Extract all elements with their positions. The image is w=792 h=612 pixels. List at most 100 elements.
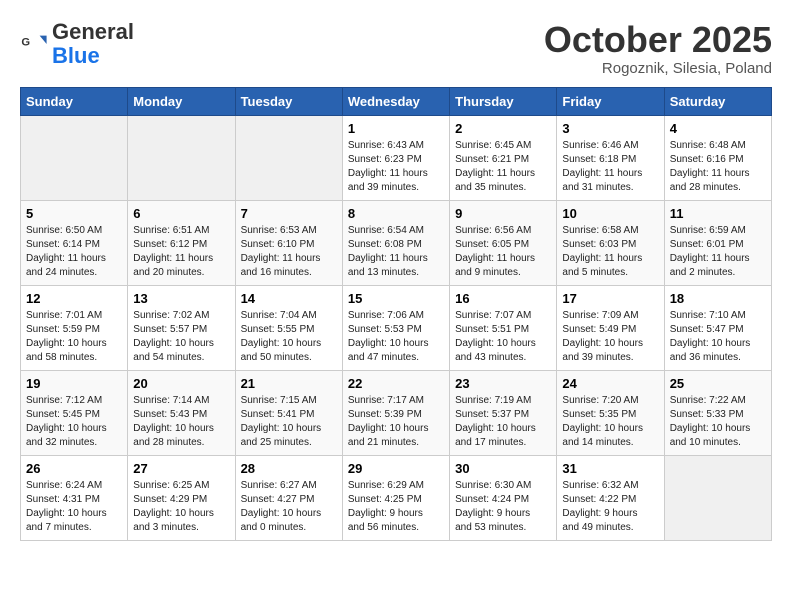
calendar-cell: 2Sunrise: 6:45 AM Sunset: 6:21 PM Daylig…	[450, 115, 557, 200]
day-info: Sunrise: 6:59 AM Sunset: 6:01 PM Dayligh…	[670, 224, 766, 280]
calendar-cell: 16 Sunrise: 7:07 AM Sunset: 5:51 PM Dayli…	[450, 285, 557, 370]
calendar-cell: 5Sunrise: 6:50 AM Sunset: 6:14 PM Daylig…	[21, 200, 128, 285]
calendar-cell: 14 Sunrise: 7:04 AM Sunset: 5:55 PM Dayli…	[235, 285, 342, 370]
calendar-cell: 20Sunrise: 7:14 AM Sunset: 5:43 PM Dayli…	[128, 370, 235, 455]
day-info: Sunrise: 7:20 AM Sunset: 5:35 PM Dayligh…	[562, 394, 658, 450]
calendar-week-row: 26Sunrise: 6:24 AM Sunset: 4:31 PM Dayli…	[21, 455, 772, 540]
calendar-cell: 24Sunrise: 7:20 AM Sunset: 5:35 PM Dayli…	[557, 370, 664, 455]
calendar-cell: 10 Sunrise: 6:58 AM Sunset: 6:03 PM Dayli…	[557, 200, 664, 285]
calendar-cell: 6Sunrise: 6:51 AM Sunset: 6:12 PM Daylig…	[128, 200, 235, 285]
calendar-cell: 18Sunrise: 7:10 AM Sunset: 5:47 PM Dayli…	[664, 285, 771, 370]
day-number: 2	[455, 121, 551, 136]
calendar-cell: 13 Sunrise: 7:02 AM Sunset: 5:57 PM Dayli…	[128, 285, 235, 370]
calendar-cell	[128, 115, 235, 200]
day-info: Sunrise: 6:29 AM Sunset: 4:25 PM Dayligh…	[348, 479, 444, 535]
day-number: 22	[348, 376, 444, 391]
calendar-cell: 19Sunrise: 7:12 AM Sunset: 5:45 PM Dayli…	[21, 370, 128, 455]
day-number: 10	[562, 206, 658, 221]
day-number: 12	[26, 291, 122, 306]
logo-general: General	[52, 19, 134, 44]
calendar-cell	[235, 115, 342, 200]
day-number: 13	[133, 291, 229, 306]
calendar-cell	[21, 115, 128, 200]
calendar-week-row: 12Sunrise: 7:01 AM Sunset: 5:59 PM Dayli…	[21, 285, 772, 370]
calendar-cell: 12Sunrise: 7:01 AM Sunset: 5:59 PM Dayli…	[21, 285, 128, 370]
day-info: Sunrise: 7:06 AM Sunset: 5:53 PM Dayligh…	[348, 309, 444, 365]
weekday-header-sunday: Sunday	[21, 87, 128, 115]
day-number: 17	[562, 291, 658, 306]
weekday-header-saturday: Saturday	[664, 87, 771, 115]
day-info: Sunrise: 7:14 AM Sunset: 5:43 PM Dayligh…	[133, 394, 229, 450]
day-number: 27	[133, 461, 229, 476]
calendar-cell: 7Sunrise: 6:53 AM Sunset: 6:10 PM Daylig…	[235, 200, 342, 285]
day-number: 19	[26, 376, 122, 391]
day-info: Sunrise: 6:50 AM Sunset: 6:14 PM Dayligh…	[26, 224, 122, 280]
day-number: 30	[455, 461, 551, 476]
weekday-header-tuesday: Tuesday	[235, 87, 342, 115]
calendar-cell: 25 Sunrise: 7:22 AM Sunset: 5:33 PM Dayli…	[664, 370, 771, 455]
logo-blue: Blue	[52, 43, 100, 68]
calendar-cell: 15 Sunrise: 7:06 AM Sunset: 5:53 PM Dayli…	[342, 285, 449, 370]
day-number: 31	[562, 461, 658, 476]
weekday-header-wednesday: Wednesday	[342, 87, 449, 115]
calendar-week-row: 1 Sunrise: 6:43 AM Sunset: 6:23 PM Daylig…	[21, 115, 772, 200]
day-number: 28	[241, 461, 337, 476]
day-info: Sunrise: 6:24 AM Sunset: 4:31 PM Dayligh…	[26, 479, 122, 535]
calendar-cell: 21 Sunrise: 7:15 AM Sunset: 5:41 PM Dayli…	[235, 370, 342, 455]
day-number: 7	[241, 206, 337, 221]
calendar-cell: 28 Sunrise: 6:27 AM Sunset: 4:27 PM Dayli…	[235, 455, 342, 540]
weekday-header-thursday: Thursday	[450, 87, 557, 115]
day-number: 14	[241, 291, 337, 306]
day-number: 8	[348, 206, 444, 221]
calendar-cell: 31 Sunrise: 6:32 AM Sunset: 4:22 PM Dayli…	[557, 455, 664, 540]
month-title: October 2025	[544, 20, 772, 60]
location-subtitle: Rogoznik, Silesia, Poland	[544, 60, 772, 77]
calendar-cell: 26Sunrise: 6:24 AM Sunset: 4:31 PM Dayli…	[21, 455, 128, 540]
logo-icon: G	[20, 30, 48, 58]
day-number: 21	[241, 376, 337, 391]
calendar-cell: 11 Sunrise: 6:59 AM Sunset: 6:01 PM Dayli…	[664, 200, 771, 285]
day-info: Sunrise: 6:27 AM Sunset: 4:27 PM Dayligh…	[241, 479, 337, 535]
svg-text:G: G	[21, 37, 30, 49]
day-info: Sunrise: 6:58 AM Sunset: 6:03 PM Dayligh…	[562, 224, 658, 280]
day-info: Sunrise: 6:43 AM Sunset: 6:23 PM Dayligh…	[348, 139, 444, 195]
day-number: 16	[455, 291, 551, 306]
day-number: 3	[562, 121, 658, 136]
calendar-cell: 17 Sunrise: 7:09 AM Sunset: 5:49 PM Dayli…	[557, 285, 664, 370]
logo-text: General Blue	[52, 20, 134, 68]
calendar-week-row: 19Sunrise: 7:12 AM Sunset: 5:45 PM Dayli…	[21, 370, 772, 455]
calendar-cell: 30 Sunrise: 6:30 AM Sunset: 4:24 PM Dayli…	[450, 455, 557, 540]
calendar-week-row: 5Sunrise: 6:50 AM Sunset: 6:14 PM Daylig…	[21, 200, 772, 285]
day-info: Sunrise: 7:07 AM Sunset: 5:51 PM Dayligh…	[455, 309, 551, 365]
calendar-cell: 29 Sunrise: 6:29 AM Sunset: 4:25 PM Dayli…	[342, 455, 449, 540]
day-info: Sunrise: 7:02 AM Sunset: 5:57 PM Dayligh…	[133, 309, 229, 365]
day-info: Sunrise: 7:22 AM Sunset: 5:33 PM Dayligh…	[670, 394, 766, 450]
calendar-cell: 8Sunrise: 6:54 AM Sunset: 6:08 PM Daylig…	[342, 200, 449, 285]
day-info: Sunrise: 6:30 AM Sunset: 4:24 PM Dayligh…	[455, 479, 551, 535]
day-info: Sunrise: 6:32 AM Sunset: 4:22 PM Dayligh…	[562, 479, 658, 535]
day-number: 11	[670, 206, 766, 221]
calendar-table: SundayMondayTuesdayWednesdayThursdayFrid…	[20, 87, 772, 541]
calendar-cell: 27Sunrise: 6:25 AM Sunset: 4:29 PM Dayli…	[128, 455, 235, 540]
page-header: G General Blue October 2025 Rogoznik, Si…	[20, 20, 772, 77]
logo: G General Blue	[20, 20, 134, 68]
day-number: 15	[348, 291, 444, 306]
calendar-cell: 9Sunrise: 6:56 AM Sunset: 6:05 PM Daylig…	[450, 200, 557, 285]
day-info: Sunrise: 7:04 AM Sunset: 5:55 PM Dayligh…	[241, 309, 337, 365]
day-info: Sunrise: 7:10 AM Sunset: 5:47 PM Dayligh…	[670, 309, 766, 365]
day-number: 1	[348, 121, 444, 136]
calendar-cell: 22 Sunrise: 7:17 AM Sunset: 5:39 PM Dayli…	[342, 370, 449, 455]
day-info: Sunrise: 6:56 AM Sunset: 6:05 PM Dayligh…	[455, 224, 551, 280]
weekday-header-friday: Friday	[557, 87, 664, 115]
calendar-cell	[664, 455, 771, 540]
day-number: 23	[455, 376, 551, 391]
day-number: 29	[348, 461, 444, 476]
day-info: Sunrise: 7:09 AM Sunset: 5:49 PM Dayligh…	[562, 309, 658, 365]
calendar-cell: 3Sunrise: 6:46 AM Sunset: 6:18 PM Daylig…	[557, 115, 664, 200]
calendar-cell: 4Sunrise: 6:48 AM Sunset: 6:16 PM Daylig…	[664, 115, 771, 200]
day-number: 25	[670, 376, 766, 391]
day-info: Sunrise: 7:19 AM Sunset: 5:37 PM Dayligh…	[455, 394, 551, 450]
calendar-cell: 23 Sunrise: 7:19 AM Sunset: 5:37 PM Dayli…	[450, 370, 557, 455]
day-info: Sunrise: 7:17 AM Sunset: 5:39 PM Dayligh…	[348, 394, 444, 450]
day-info: Sunrise: 7:15 AM Sunset: 5:41 PM Dayligh…	[241, 394, 337, 450]
